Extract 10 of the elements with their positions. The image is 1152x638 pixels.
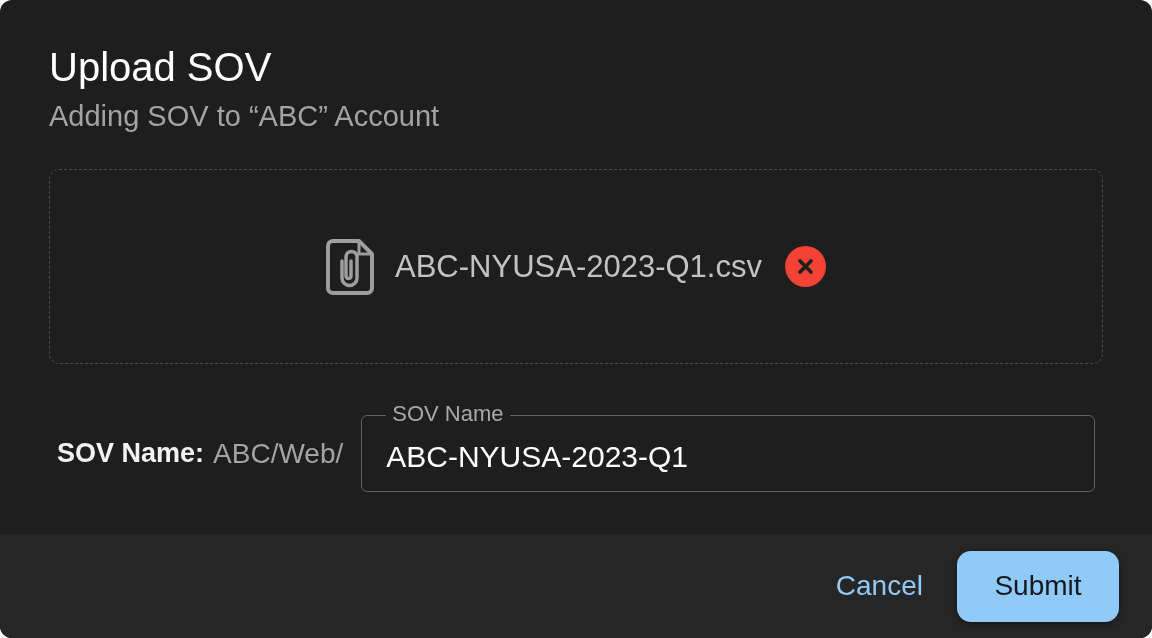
submit-button[interactable]: Submit (957, 550, 1119, 622)
cancel-button[interactable]: Cancel (827, 550, 931, 622)
path-prefix: ABC/Web/ (213, 437, 344, 470)
dialog-title: Upload SOV (49, 44, 272, 91)
paperclip-file-icon (326, 238, 374, 295)
close-icon[interactable] (784, 246, 826, 287)
file-name: ABC-NYUSA-2023-Q1.csv (395, 247, 762, 286)
file-dropzone[interactable]: ABC-NYUSA-2023-Q1.csv (49, 169, 1103, 364)
dialog-subtitle: Adding SOV to “ABC” Account (49, 99, 440, 134)
sov-name-label: SOV Name: (57, 438, 205, 469)
